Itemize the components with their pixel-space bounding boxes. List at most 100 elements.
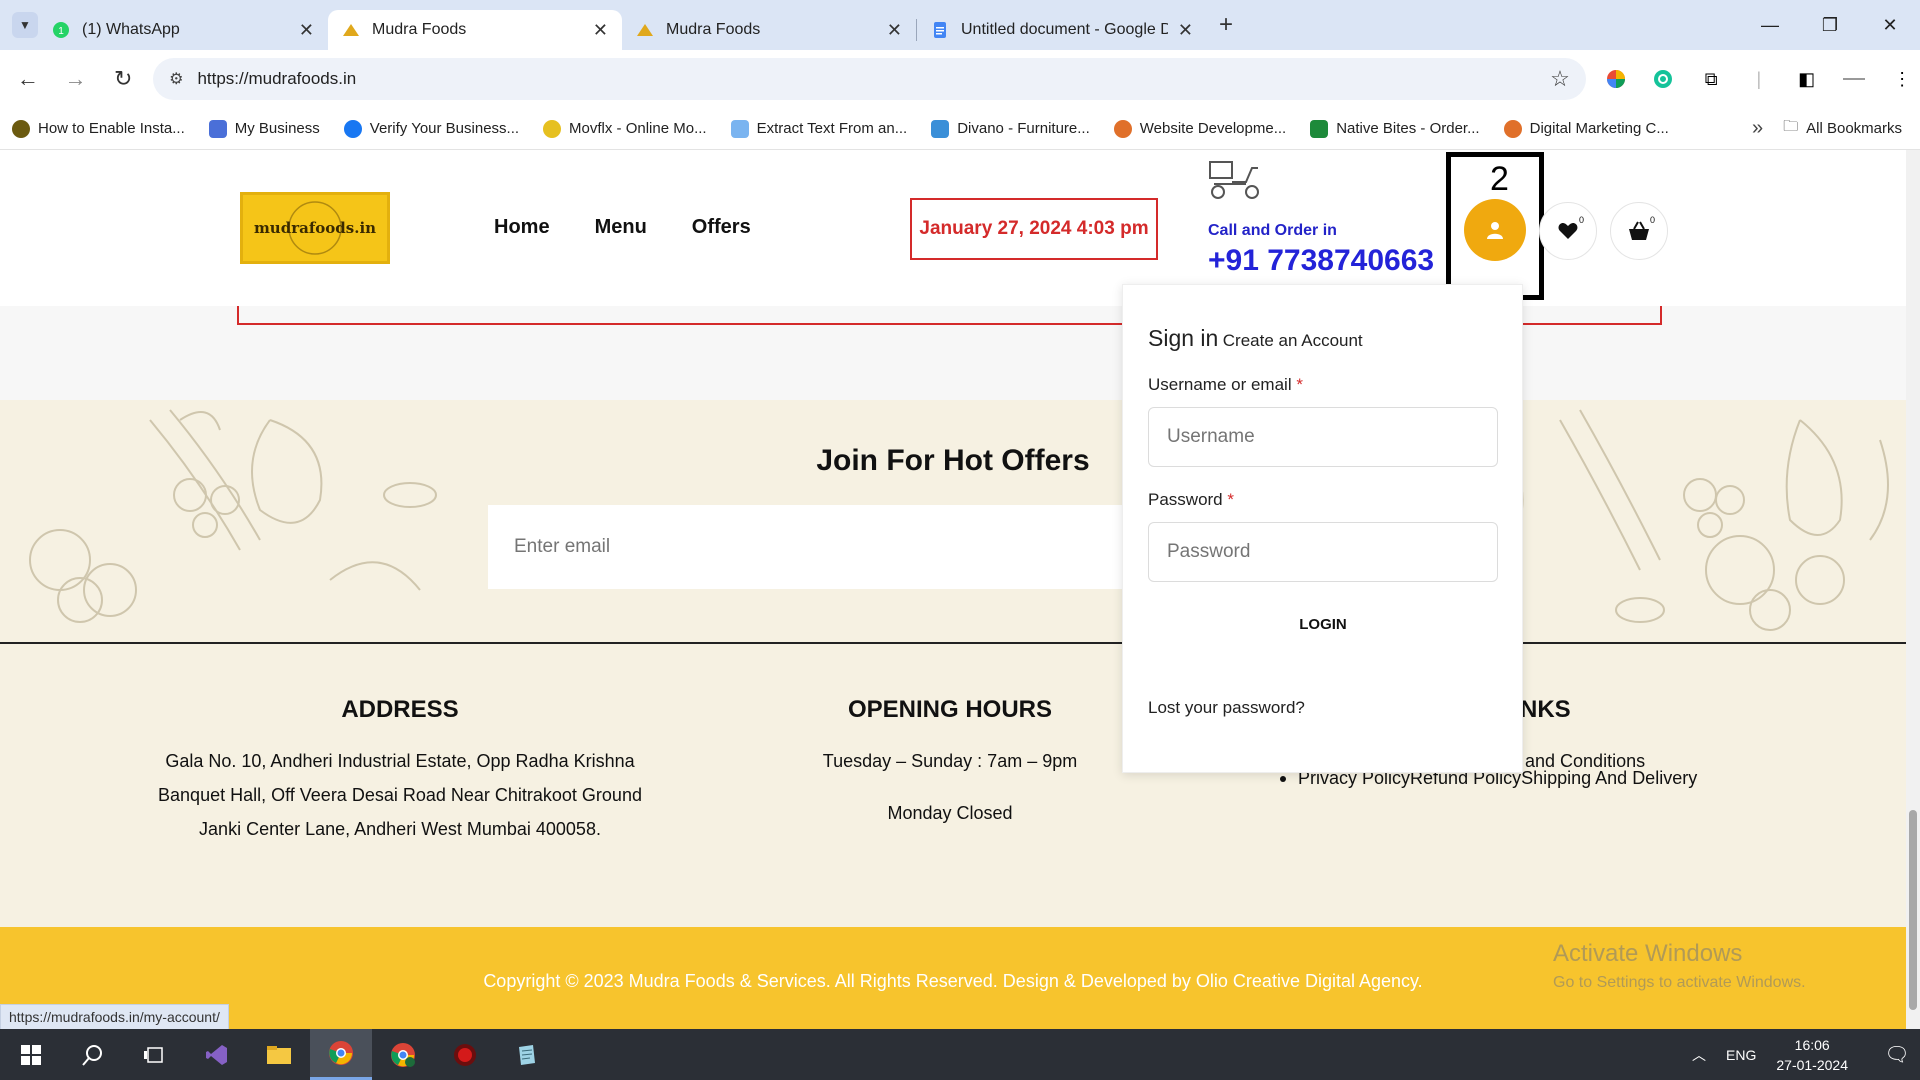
side-panel-icon[interactable]: ◧: [1789, 61, 1825, 97]
links-title-partial: NKS: [1520, 696, 1571, 723]
bookmark-label: Extract Text From an...: [756, 120, 908, 137]
bookmark-item[interactable]: How to Enable Insta...: [12, 119, 185, 138]
bookmark-label: Website Developme...: [1139, 120, 1287, 137]
bookmarks-overflow-chevron-icon[interactable]: »: [1752, 117, 1763, 140]
bookmark-item[interactable]: Divano - Furniture...: [931, 119, 1090, 138]
tab-google-docs[interactable]: Untitled document - Google Do ✕: [917, 10, 1207, 50]
account-button[interactable]: [1464, 199, 1526, 261]
bookmark-star-icon[interactable]: ☆: [1550, 66, 1570, 92]
bookmark-item[interactable]: Verify Your Business...: [343, 119, 519, 138]
chevron-down-icon: ▼: [19, 18, 31, 32]
bookmark-item[interactable]: Movflx - Online Mo...: [543, 119, 707, 138]
opening-hours-title: OPENING HOURS: [847, 696, 1053, 723]
visual-studio-icon[interactable]: [186, 1029, 248, 1080]
site-settings-icon[interactable]: ⚙: [169, 69, 183, 89]
cart-button[interactable]: 0: [1610, 202, 1668, 260]
clock-time: 16:06: [1794, 1036, 1830, 1053]
reload-icon[interactable]: ↻: [103, 59, 143, 99]
web-page: mudrafoods.in Home Menu Offers January 2…: [0, 150, 1906, 1029]
window-close-icon[interactable]: ✕: [1860, 0, 1920, 50]
record-app-icon[interactable]: [434, 1029, 496, 1080]
main-navigation: Home Menu Offers: [494, 216, 751, 239]
clock-date: 27-01-2024: [1776, 1056, 1848, 1073]
windows-start-icon[interactable]: [0, 1029, 62, 1080]
tab-whatsapp[interactable]: 1 (1) WhatsApp ✕: [38, 10, 328, 50]
close-icon[interactable]: ✕: [1178, 20, 1193, 41]
cart-count: 0: [1649, 215, 1655, 225]
bookmark-item[interactable]: My Business: [208, 119, 320, 138]
language-indicator[interactable]: ENG: [1726, 1047, 1756, 1063]
bookmark-label: How to Enable Insta...: [38, 120, 185, 137]
bullet-icon: [1280, 776, 1286, 783]
close-icon[interactable]: ✕: [593, 20, 608, 41]
extensions-puzzle-icon[interactable]: ⧉: [1693, 61, 1729, 97]
wishlist-count: 0: [1578, 215, 1584, 225]
new-tab-plus-icon[interactable]: +: [1219, 11, 1233, 39]
windows-taskbar: ︿ ENG 16:06 27-01-2024 🗨: [0, 1029, 1920, 1080]
all-bookmarks-button[interactable]: 🗀 All Bookmarks: [1783, 116, 1902, 141]
nav-home[interactable]: Home: [494, 216, 550, 239]
required-mark: *: [1227, 490, 1234, 509]
bookmark-item[interactable]: Native Bites - Order...: [1310, 119, 1480, 138]
login-header: Sign in Create an Account: [1148, 325, 1363, 352]
username-input[interactable]: [1148, 407, 1498, 467]
site-footer: ADDRESS Gala No. 10, Andheri Industrial …: [0, 642, 1906, 927]
bookmark-item[interactable]: Website Developme...: [1113, 119, 1287, 138]
tab-mudra-foods[interactable]: Mudra Foods ✕: [622, 10, 916, 50]
shipping-delivery-link[interactable]: Shipping And Delivery: [1521, 768, 1697, 788]
bookmark-item[interactable]: Digital Marketing C...: [1503, 119, 1669, 138]
back-arrow-icon[interactable]: ←: [8, 59, 48, 99]
password-input[interactable]: [1148, 522, 1498, 582]
tab-title: (1) WhatsApp: [82, 21, 180, 38]
bookmark-favicon-icon: [12, 119, 30, 138]
close-icon[interactable]: ✕: [299, 20, 314, 41]
basket-icon: [1629, 221, 1649, 240]
windows-activation-watermark: Activate Windows Go to Settings to activ…: [1553, 940, 1806, 992]
login-button[interactable]: LOGIN: [1148, 609, 1498, 639]
copyright-bar: Copyright © 2023 Mudra Foods & Services.…: [0, 927, 1906, 1029]
color-picker-extension-icon[interactable]: [1598, 61, 1634, 97]
chrome-profile-icon[interactable]: [372, 1029, 434, 1080]
phone-number[interactable]: +91 7738740663: [1208, 244, 1434, 278]
bookmark-item[interactable]: Extract Text From an...: [730, 119, 908, 138]
restore-icon[interactable]: ❐: [1800, 0, 1860, 50]
site-logo[interactable]: mudrafoods.in: [240, 192, 390, 264]
profile-avatar-icon[interactable]: [1837, 61, 1873, 97]
browser-tab-strip: ▼ 1 (1) WhatsApp ✕ Mudra Foods ✕ Mudra F…: [0, 0, 1920, 50]
grammarly-extension-icon[interactable]: [1646, 61, 1682, 97]
search-icon[interactable]: [62, 1029, 124, 1080]
call-label: Call and Order in: [1208, 222, 1337, 239]
chrome-taskbar-icon[interactable]: [310, 1029, 372, 1080]
more-menu-icon[interactable]: ⋮: [1884, 61, 1920, 97]
notification-icon[interactable]: 🗨: [1874, 1042, 1920, 1067]
tray-chevron-up-icon[interactable]: ︿: [1692, 1045, 1706, 1065]
tab-search-button[interactable]: ▼: [12, 12, 38, 38]
newsletter-email-input[interactable]: [488, 505, 1128, 589]
tab-mudra-foods-active[interactable]: Mudra Foods ✕: [328, 10, 622, 50]
address-bar[interactable]: ⚙ https://mudrafoods.in ☆: [153, 58, 1586, 100]
task-view-icon[interactable]: [124, 1029, 186, 1080]
login-dropdown: Sign in Create an Account Username or em…: [1122, 284, 1523, 773]
forward-arrow-icon[interactable]: →: [56, 59, 96, 99]
lost-password-link[interactable]: Lost your password?: [1148, 698, 1305, 718]
close-icon[interactable]: ✕: [887, 20, 902, 41]
nav-menu[interactable]: Menu: [595, 216, 647, 239]
minimize-icon[interactable]: —: [1740, 0, 1800, 50]
bookmark-label: Digital Marketing C...: [1529, 120, 1669, 137]
wishlist-button[interactable]: 0: [1539, 202, 1597, 260]
create-account-link[interactable]: Create an Account: [1223, 331, 1363, 350]
page-scrollbar[interactable]: [1906, 150, 1920, 1029]
user-icon: [1487, 222, 1503, 239]
file-explorer-icon[interactable]: [248, 1029, 310, 1080]
current-datetime: January 27, 2024 4:03 pm: [910, 198, 1158, 260]
sign-in-tab[interactable]: Sign in: [1148, 325, 1218, 351]
notepad-icon[interactable]: [496, 1029, 558, 1080]
url-text[interactable]: https://mudrafoods.in: [197, 69, 1550, 89]
scrollbar-thumb[interactable]: [1909, 810, 1917, 1010]
clock[interactable]: 16:06 27-01-2024: [1776, 1035, 1848, 1075]
mudra-foods-favicon: [637, 24, 653, 36]
address-line: Banquet Hall, Off Veera Desai Road Near …: [158, 785, 642, 805]
bookmark-favicon-icon: [543, 119, 562, 138]
delivery-scooter-icon: [1209, 161, 1259, 199]
nav-offers[interactable]: Offers: [692, 216, 751, 239]
